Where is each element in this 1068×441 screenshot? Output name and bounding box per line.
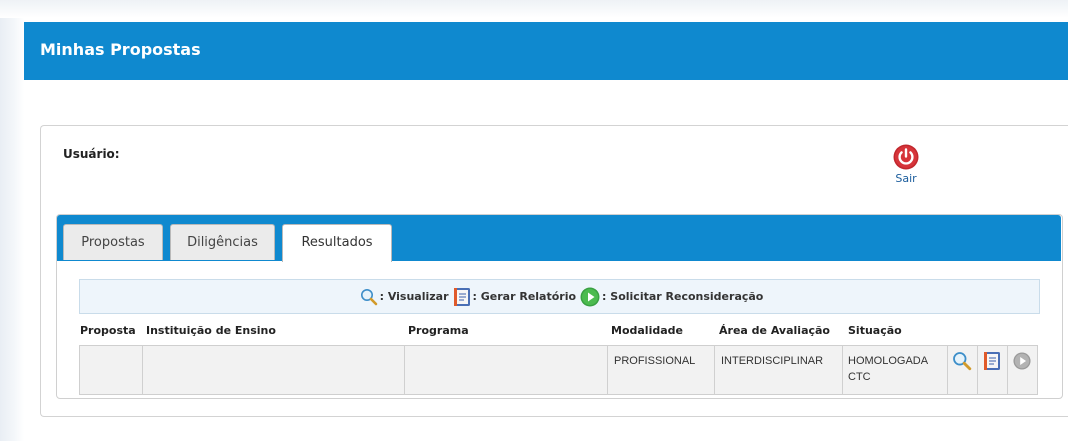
background-gradient xyxy=(0,0,24,441)
report-icon xyxy=(453,287,470,306)
tab-propostas[interactable]: Propostas xyxy=(63,224,163,260)
legend-report-label: : Gerar Relatório xyxy=(472,290,577,303)
power-icon xyxy=(893,144,919,170)
legend-box: : Visualizar : Gerar Relatório : Solicit… xyxy=(79,279,1040,314)
cell-divider xyxy=(607,345,608,395)
tab-diligencias[interactable]: Diligências xyxy=(170,224,275,260)
cell-divider xyxy=(977,345,978,395)
legend-view-label: : Visualizar xyxy=(379,290,449,303)
col-header-instituicao: Instituição de Ensino xyxy=(146,324,276,337)
col-header-modalidade: Modalidade xyxy=(611,324,683,337)
cell-situacao: HOMOLOGADA CTC xyxy=(848,355,928,383)
view-icon-button[interactable] xyxy=(952,351,972,371)
cell-divider xyxy=(947,345,948,395)
user-label: Usuário: xyxy=(63,147,120,161)
cell-divider xyxy=(1007,345,1008,395)
logout-button[interactable]: Sair xyxy=(888,144,924,185)
cell-modalidade: PROFISSIONAL xyxy=(614,355,696,367)
tab-resultados[interactable]: Resultados xyxy=(282,224,392,262)
play-icon xyxy=(580,287,600,306)
col-header-proposta: Proposta xyxy=(80,324,136,337)
page-title: Minhas Propostas xyxy=(40,40,201,59)
cell-divider xyxy=(714,345,715,395)
cell-divider xyxy=(404,345,405,395)
col-header-situacao: Situação xyxy=(848,324,902,337)
legend-reconsider-label: : Solicitar Reconsideração xyxy=(602,290,764,303)
magnifier-icon xyxy=(360,288,377,305)
background-top xyxy=(0,0,1068,18)
cell-divider xyxy=(842,345,843,395)
col-header-programa: Programa xyxy=(408,324,469,337)
reconsider-icon-button[interactable] xyxy=(1013,352,1031,370)
col-header-area: Área de Avaliação xyxy=(719,324,830,337)
cell-divider xyxy=(142,345,143,395)
logout-label: Sair xyxy=(895,172,917,185)
cell-area: INTERDISCIPLINAR xyxy=(721,355,824,367)
report-icon-button[interactable] xyxy=(983,351,1001,371)
